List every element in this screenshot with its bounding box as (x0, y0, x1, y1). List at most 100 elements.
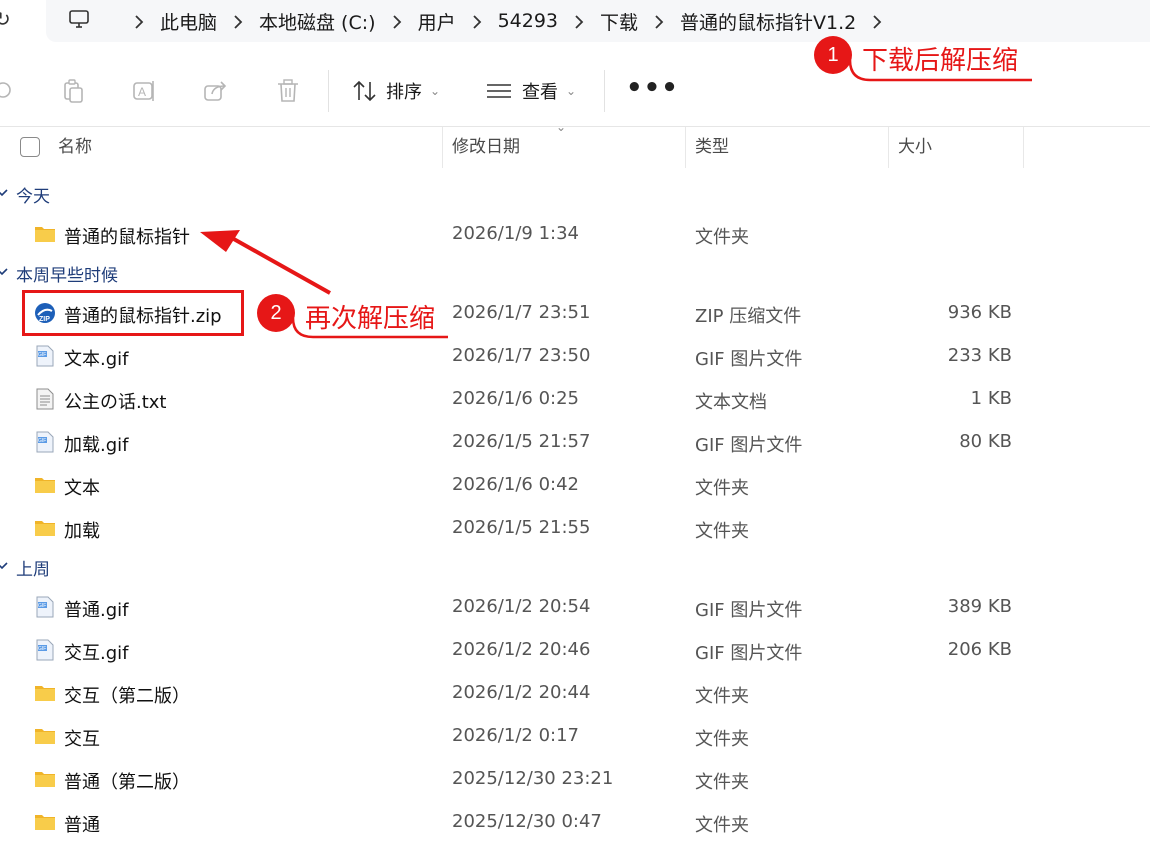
file-row[interactable]: 加载 2026/1/5 21:55 文件夹 (0, 507, 1150, 550)
refresh-icon[interactable]: ↻ (0, 7, 11, 31)
file-name: 普通的鼠标指针 (64, 227, 190, 248)
file-size: 233 KB (947, 345, 1012, 366)
step2-annotation: 再次解压缩 (305, 304, 436, 334)
folder-icon (35, 815, 55, 830)
chevron-right-icon[interactable] (558, 11, 600, 32)
more-options-button[interactable]: ••• (626, 75, 679, 101)
select-all-checkbox[interactable] (20, 137, 40, 157)
file-name: 普通 (64, 815, 100, 836)
file-size: 80 KB (959, 431, 1012, 452)
chevron-right-icon[interactable] (217, 11, 259, 32)
file-type: GIF 图片文件 (695, 349, 803, 370)
folder-icon (35, 227, 55, 242)
column-divider[interactable] (442, 127, 443, 168)
file-row[interactable]: 公主の话.txt 2026/1/6 0:25 文本文档 1 KB (0, 378, 1150, 421)
file-name: 加载.gif (64, 435, 129, 456)
gif-icon: GIF (36, 596, 54, 618)
file-row[interactable]: GIF 普通.gif 2026/1/2 20:54 GIF 图片文件 389 K… (0, 586, 1150, 629)
file-row[interactable]: 文本 2026/1/6 0:42 文件夹 (0, 464, 1150, 507)
file-name: 公主の话.txt (64, 392, 167, 413)
group-header-today[interactable]: 今天 (0, 181, 200, 207)
text-document-icon (36, 388, 54, 410)
group-header-last-week[interactable]: 上周 (0, 554, 200, 580)
file-type: 文件夹 (695, 729, 749, 750)
copy-icon[interactable] (60, 78, 86, 104)
delete-icon[interactable] (275, 78, 301, 104)
breadcrumb-users[interactable]: 用户 (418, 8, 456, 35)
file-type: 文本文档 (695, 392, 767, 413)
file-date: 2026/1/5 21:57 (452, 431, 591, 452)
breadcrumb-local-disk[interactable]: 本地磁盘 (C:) (259, 8, 376, 35)
chevron-down-icon (0, 189, 8, 197)
chevron-right-icon[interactable] (376, 11, 418, 32)
address-bar[interactable]: 此电脑 本地磁盘 (C:) 用户 54293 下载 普通的鼠标指针V1.2 (46, 0, 1150, 42)
column-divider[interactable] (685, 127, 686, 168)
column-size[interactable]: 大小 (898, 127, 932, 168)
breadcrumb-user-folder[interactable]: 54293 (498, 10, 558, 32)
share-icon[interactable] (203, 78, 229, 104)
step1-annotation: 下载后解压缩 (862, 46, 1019, 76)
chevron-right-icon[interactable] (118, 11, 160, 32)
file-type: ZIP 压缩文件 (695, 306, 802, 327)
step-badge-1: 1 (814, 36, 852, 74)
file-row[interactable]: GIF 加载.gif 2026/1/5 21:57 GIF 图片文件 80 KB (0, 421, 1150, 464)
chevron-right-icon[interactable] (456, 11, 498, 32)
file-type: 文件夹 (695, 521, 749, 542)
breadcrumb-this-pc[interactable]: 此电脑 (160, 8, 217, 35)
folder-icon (35, 686, 55, 701)
file-date: 2026/1/7 23:50 (452, 345, 591, 366)
file-size: 1 KB (970, 388, 1012, 409)
file-size: 389 KB (947, 596, 1012, 617)
column-divider[interactable] (1023, 127, 1024, 168)
file-row[interactable]: 普通的鼠标指针 2026/1/9 1:34 文件夹 (0, 213, 1150, 256)
this-pc-icon[interactable] (68, 8, 90, 30)
chevron-down-icon (0, 268, 8, 276)
chevron-right-icon[interactable] (638, 11, 680, 32)
column-type[interactable]: 类型 (695, 127, 729, 168)
file-size: 206 KB (947, 639, 1012, 660)
file-row[interactable]: GIF 文本.gif 2026/1/7 23:50 GIF 图片文件 233 K… (0, 335, 1150, 378)
view-button[interactable]: 查看 ⌄ (486, 74, 576, 108)
group-label: 今天 (16, 187, 50, 207)
column-name[interactable]: 名称 (58, 127, 92, 168)
gif-icon: GIF (36, 639, 54, 661)
breadcrumb-downloads[interactable]: 下载 (600, 8, 638, 35)
svg-text:GIF: GIF (38, 646, 46, 652)
group-header-earlier-this-week[interactable]: 本周早些时候 (0, 260, 200, 286)
column-divider[interactable] (888, 127, 889, 168)
file-name: 普通.gif (64, 600, 129, 621)
file-date: 2026/1/5 21:55 (452, 517, 591, 538)
rename-icon[interactable]: A (132, 78, 158, 104)
cut-icon[interactable] (0, 78, 16, 104)
sort-icon (353, 80, 376, 102)
file-name: 普通（第二版） (64, 772, 190, 793)
view-label: 查看 (522, 82, 558, 103)
sort-button[interactable]: 排序 ⌄ (352, 74, 440, 108)
file-row[interactable]: GIF 交互.gif 2026/1/2 20:46 GIF 图片文件 206 K… (0, 629, 1150, 672)
file-name: 加载 (64, 521, 100, 542)
file-row[interactable]: 交互 2026/1/2 0:17 文件夹 (0, 715, 1150, 758)
file-type: 文件夹 (695, 772, 749, 793)
file-name: 文本.gif (64, 349, 129, 370)
file-size: 936 KB (947, 302, 1012, 323)
column-date[interactable]: 修改日期 (452, 127, 520, 168)
file-type: GIF 图片文件 (695, 643, 803, 664)
svg-text:A: A (138, 85, 146, 99)
file-row[interactable]: 普通 2025/12/30 0:47 文件夹 (0, 801, 1150, 844)
step-badge-2: 2 (257, 294, 295, 332)
file-type: 文件夹 (695, 815, 749, 836)
file-date: 2025/12/30 23:21 (452, 768, 614, 789)
file-date: 2025/12/30 0:47 (452, 811, 602, 832)
highlight-box (22, 290, 244, 336)
gif-icon: GIF (36, 345, 54, 367)
group-label: 本周早些时候 (16, 266, 118, 286)
file-date: 2026/1/2 20:44 (452, 682, 591, 703)
file-row[interactable]: 交互（第二版） 2026/1/2 20:44 文件夹 (0, 672, 1150, 715)
chevron-down-icon: ⌄ (566, 84, 577, 98)
breadcrumb-current-folder[interactable]: 普通的鼠标指针V1.2 (680, 8, 856, 35)
chevron-right-icon[interactable] (856, 11, 898, 32)
file-row[interactable]: 普通（第二版） 2025/12/30 23:21 文件夹 (0, 758, 1150, 801)
file-date: 2026/1/6 0:25 (452, 388, 579, 409)
breadcrumb: 此电脑 本地磁盘 (C:) 用户 54293 下载 普通的鼠标指针V1.2 (118, 0, 898, 42)
folder-icon (35, 478, 55, 493)
